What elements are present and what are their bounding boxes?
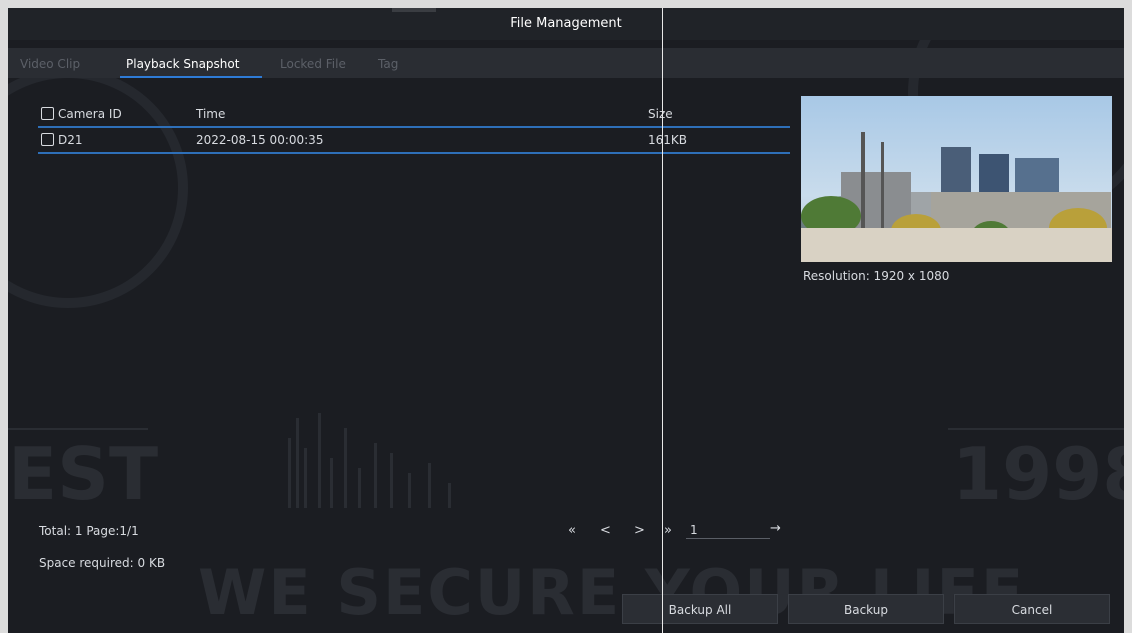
total-page-info: Total: 1 Page:1/1	[39, 524, 139, 538]
file-table: Camera ID Time Size D21 2022-08-15 00:00…	[38, 102, 794, 154]
watermark-left-text: EST	[8, 432, 159, 516]
file-management-dialog: EST 1998 WE SECURE YOUR LIFE File Manage…	[8, 8, 1124, 633]
watermark-line	[8, 428, 148, 430]
column-header-camera-id: Camera ID	[58, 107, 122, 121]
column-header-size: Size	[648, 107, 673, 121]
table-divider	[38, 152, 790, 154]
watermark-line	[948, 428, 1124, 430]
title-bar: File Management	[8, 8, 1124, 40]
watermark-skyline	[278, 408, 468, 508]
row-checkbox[interactable]	[41, 133, 54, 146]
next-page-button[interactable]: >	[634, 523, 645, 538]
active-tab-indicator	[120, 76, 262, 78]
vertical-guide-line	[662, 8, 663, 633]
title-tab-marker	[392, 8, 436, 12]
previous-page-button[interactable]: <	[600, 523, 611, 538]
cell-camera-id: D21	[58, 133, 83, 147]
first-page-button[interactable]: «	[568, 523, 576, 538]
tab-playback-snapshot[interactable]: Playback Snapshot	[126, 57, 239, 71]
cell-size: 161KB	[648, 133, 688, 147]
space-required-info: Space required: 0 KB	[39, 556, 166, 570]
table-row[interactable]: D21 2022-08-15 00:00:35 161KB	[38, 128, 794, 152]
tab-video-clip[interactable]: Video Clip	[20, 57, 80, 71]
resolution-label: Resolution: 1920 x 1080	[803, 269, 950, 283]
dialog-title: File Management	[510, 16, 622, 31]
cancel-button[interactable]: Cancel	[954, 594, 1110, 624]
select-all-checkbox[interactable]	[41, 107, 54, 120]
tab-tag[interactable]: Tag	[378, 57, 398, 71]
watermark-right-text: 1998	[952, 432, 1124, 516]
snapshot-preview-image	[801, 96, 1112, 262]
backup-button[interactable]: Backup	[788, 594, 944, 624]
tab-locked-file[interactable]: Locked File	[280, 57, 346, 71]
column-header-time: Time	[196, 107, 226, 121]
go-to-page-button[interactable]: →	[770, 521, 781, 536]
backup-all-button[interactable]: Backup All	[622, 594, 778, 624]
tab-bar: Video Clip Playback Snapshot Locked File…	[8, 48, 1124, 78]
last-page-button[interactable]: »	[664, 523, 672, 538]
table-header: Camera ID Time Size	[38, 102, 794, 126]
page-number-input[interactable]	[686, 522, 770, 539]
cell-time: 2022-08-15 00:00:35	[196, 133, 324, 147]
